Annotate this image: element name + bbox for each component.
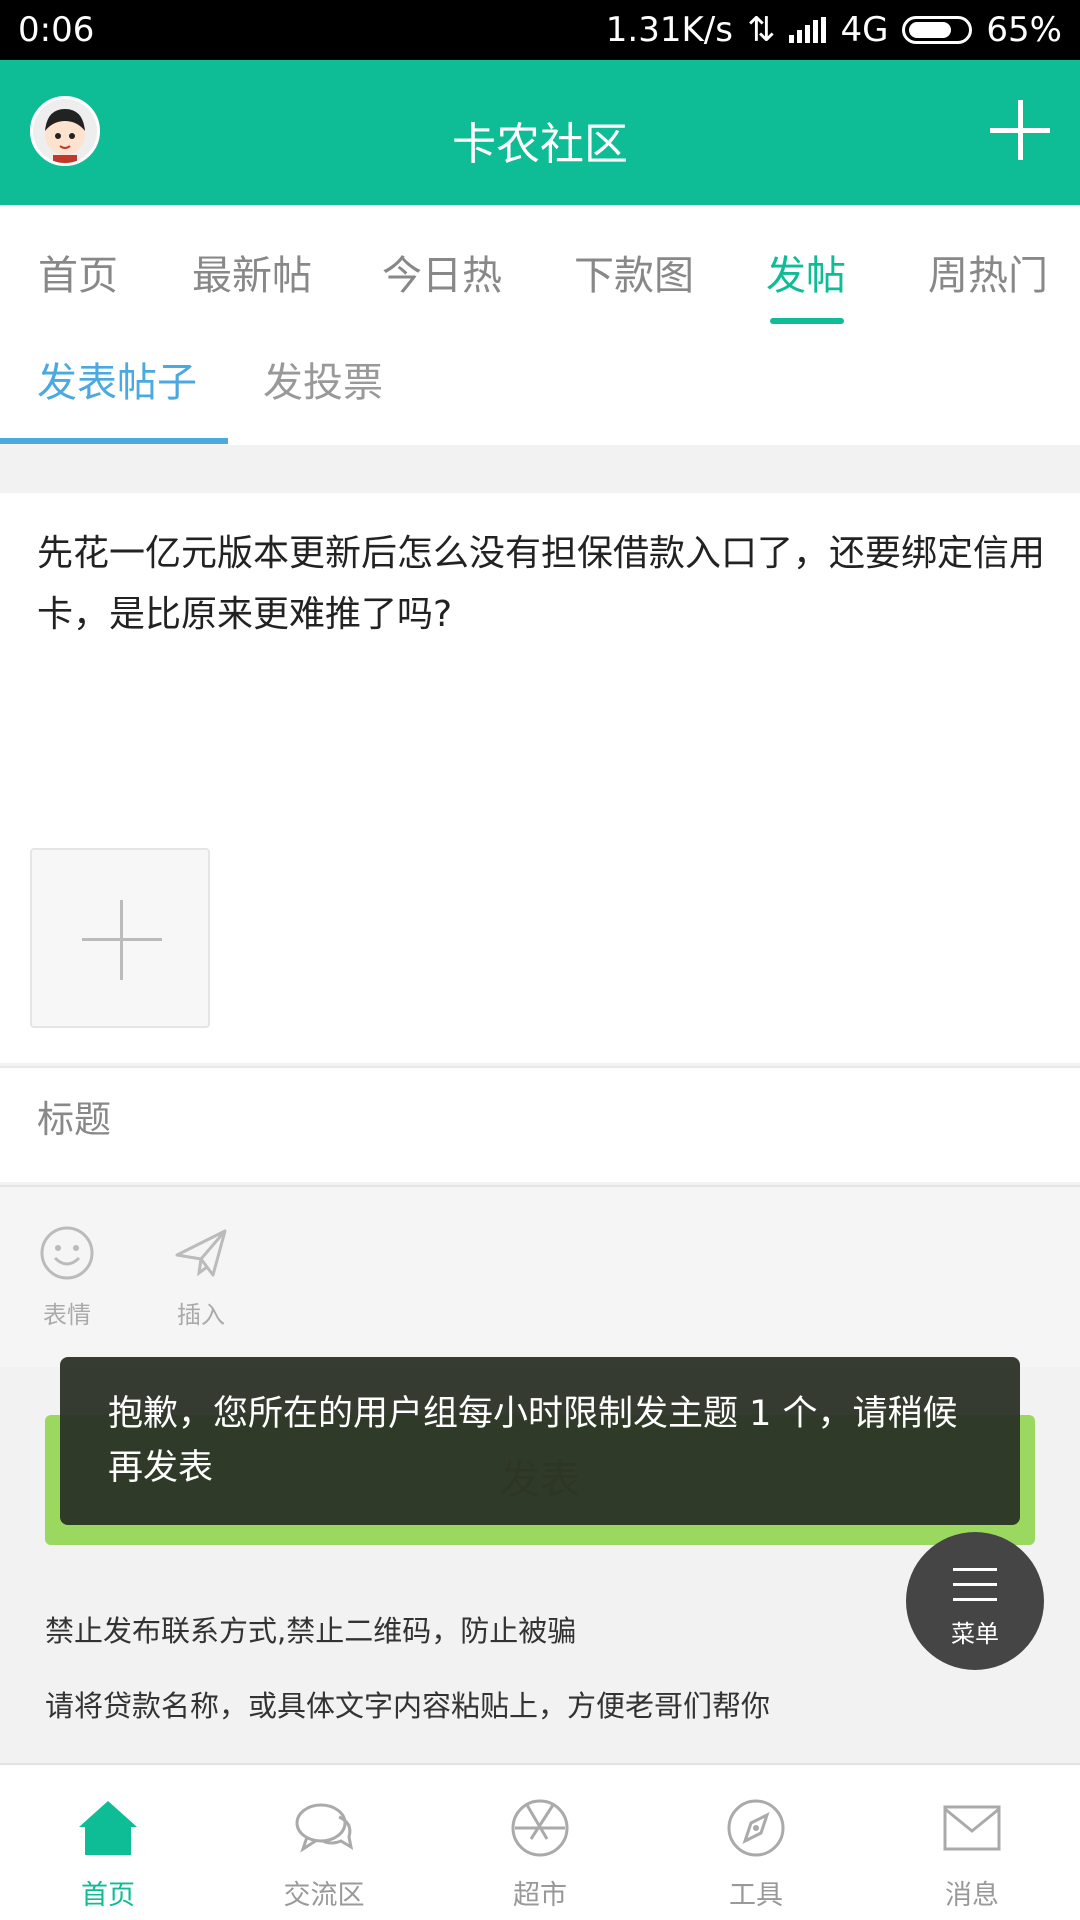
nav-label: 首页 bbox=[81, 1880, 135, 1911]
add-icon[interactable] bbox=[990, 100, 1050, 160]
active-subtab-indicator bbox=[0, 438, 228, 444]
subtab-publish-post[interactable]: 发表帖子 bbox=[37, 350, 197, 408]
tab-post[interactable]: 发帖 bbox=[766, 243, 846, 301]
insert-label: 插入 bbox=[177, 1301, 225, 1329]
app-bar: 卡农社区 bbox=[0, 60, 1080, 205]
post-editor[interactable]: 先花一亿元版本更新后怎么没有担保借款入口了，还要绑定信用卡，是比原来更难推了吗? bbox=[0, 493, 1080, 1063]
smiley-icon bbox=[40, 1226, 94, 1280]
title-row bbox=[0, 1066, 1080, 1182]
tab-home[interactable]: 首页 bbox=[38, 243, 118, 301]
insert-button[interactable]: 插入 bbox=[161, 1225, 241, 1330]
editor-toolbar: 表情 插入 bbox=[0, 1185, 1080, 1367]
mail-icon bbox=[943, 1805, 1001, 1851]
subtab-publish-vote[interactable]: 发投票 bbox=[263, 350, 383, 408]
notice-text: 禁止发布联系方式,禁止二维码，防止被骗 bbox=[45, 1614, 577, 1648]
nav-label: 超市 bbox=[513, 1880, 567, 1911]
nav-messages[interactable]: 消息 bbox=[897, 1795, 1047, 1912]
notice-text: 请将贷款名称，或具体文字内容粘贴上，方便老哥们帮你 bbox=[45, 1689, 771, 1723]
status-time: 0:06 bbox=[18, 10, 95, 50]
paper-plane-icon bbox=[175, 1229, 227, 1277]
compass-icon bbox=[727, 1799, 785, 1857]
home-icon bbox=[79, 1801, 137, 1855]
add-image-button[interactable] bbox=[30, 848, 210, 1028]
chat-icon bbox=[295, 1803, 354, 1853]
nav-tools[interactable]: 工具 bbox=[681, 1795, 831, 1912]
battery-percent: 65% bbox=[986, 10, 1062, 50]
menu-icon bbox=[953, 1568, 997, 1602]
aperture-icon bbox=[511, 1799, 569, 1857]
toast-message: 抱歉，您所在的用户组每小时限制发主题 1 个，请稍候再发表 bbox=[60, 1357, 1020, 1525]
status-bar: 0:06 1.31K/s ⇅ 4G 65% bbox=[0, 0, 1080, 60]
emoji-button[interactable]: 表情 bbox=[27, 1225, 107, 1330]
nav-label: 消息 bbox=[945, 1880, 999, 1911]
main-tabs: 首页 最新帖 今日热 下款图 发帖 周热门 bbox=[0, 205, 1080, 330]
nav-label: 交流区 bbox=[283, 1880, 365, 1911]
tab-weekly-hot[interactable]: 周热门 bbox=[928, 243, 1048, 301]
bottom-navigation: 首页 交流区 超市 工具 消息 bbox=[0, 1763, 1080, 1920]
tab-latest[interactable]: 最新帖 bbox=[192, 243, 312, 301]
post-content-textarea[interactable]: 先花一亿元版本更新后怎么没有担保借款入口了，还要绑定信用卡，是比原来更难推了吗? bbox=[37, 523, 1047, 645]
signal-icon bbox=[789, 17, 827, 43]
app-title: 卡农社区 bbox=[452, 119, 628, 170]
active-tab-indicator bbox=[770, 318, 844, 324]
network-speed: 1.31K/s bbox=[605, 10, 733, 50]
tab-loan-images[interactable]: 下款图 bbox=[574, 243, 694, 301]
status-right: 1.31K/s ⇅ 4G 65% bbox=[606, 10, 1062, 50]
title-input[interactable] bbox=[37, 1098, 1037, 1141]
nav-market[interactable]: 超市 bbox=[465, 1795, 615, 1912]
menu-label: 菜单 bbox=[951, 1620, 999, 1648]
floating-menu-button[interactable]: 菜单 bbox=[906, 1532, 1044, 1670]
emoji-label: 表情 bbox=[43, 1301, 91, 1329]
nav-label: 工具 bbox=[729, 1880, 783, 1911]
post-type-tabs: 发表帖子 发投票 bbox=[0, 330, 1080, 445]
tab-today-hot[interactable]: 今日热 bbox=[382, 243, 502, 301]
battery-icon bbox=[902, 16, 973, 44]
nav-forum[interactable]: 交流区 bbox=[249, 1795, 399, 1912]
nav-home[interactable]: 首页 bbox=[33, 1795, 183, 1912]
data-transfer-icon: ⇅ bbox=[746, 10, 776, 50]
network-type: 4G bbox=[840, 10, 889, 50]
